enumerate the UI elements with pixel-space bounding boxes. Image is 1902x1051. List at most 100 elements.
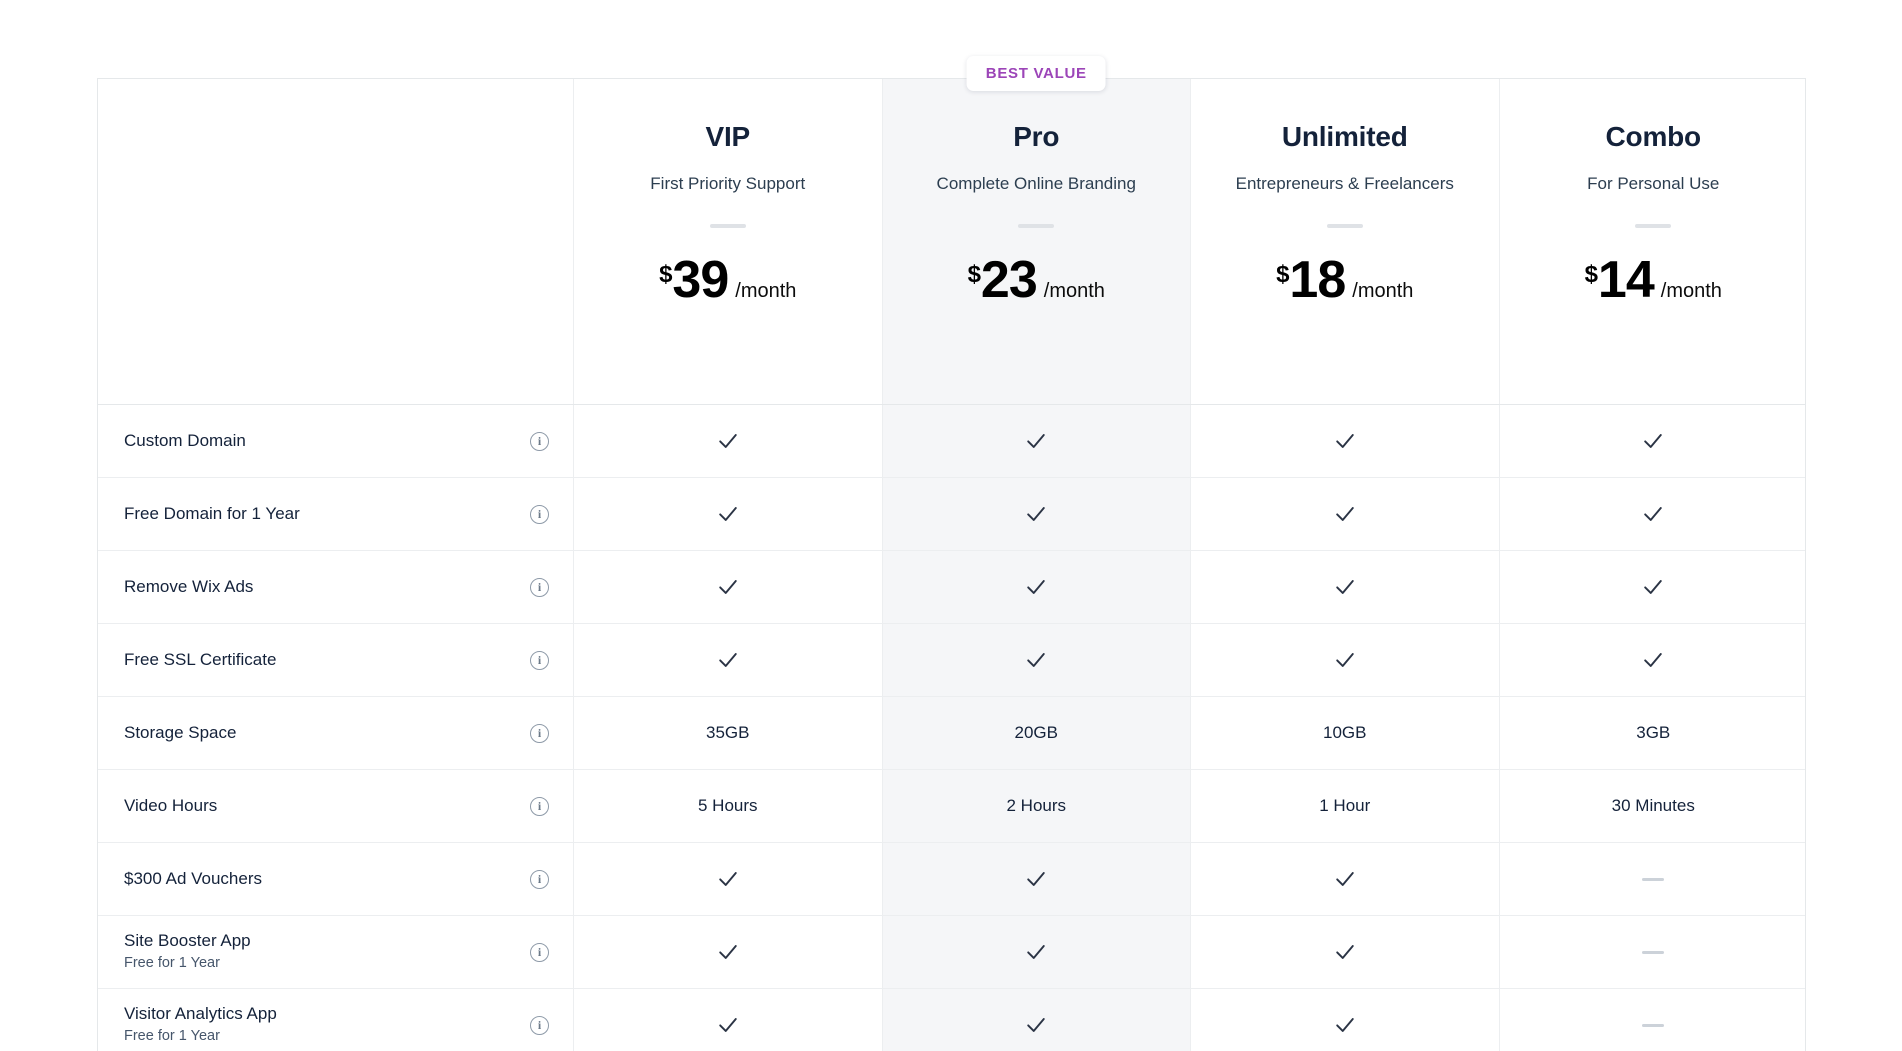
feature-value-text: 30 Minutes — [1611, 796, 1695, 815]
feature-value-cell — [1190, 478, 1499, 550]
feature-value-cell — [1190, 405, 1499, 477]
feature-name-cell: Video Hours i — [98, 770, 573, 842]
price-amount: 23 — [980, 250, 1038, 309]
feature-text-group: Storage Space — [124, 722, 530, 744]
plan-name: Pro — [1013, 121, 1060, 152]
feature-name-cell: $300 Ad Vouchers i — [98, 843, 573, 915]
header-feature-corner-cell — [98, 79, 573, 404]
table-row: Visitor Analytics App Free for 1 Year i — [98, 989, 1805, 1051]
plan-price: $18/month — [1276, 254, 1413, 306]
info-icon[interactable]: i — [530, 577, 549, 597]
plan-tagline: Entrepreneurs & Freelancers — [1235, 174, 1454, 194]
price-amount: 14 — [1597, 250, 1655, 309]
check-icon — [1644, 653, 1663, 667]
plan-header-pro[interactable]: BEST VALUE Pro Complete Online Branding $23… — [881, 56, 1190, 404]
info-icon[interactable]: i — [530, 942, 549, 962]
feature-value-cell — [881, 551, 1190, 623]
check-icon — [1335, 434, 1354, 448]
feature-value-cell — [1190, 624, 1499, 696]
feature-value-cell — [1190, 989, 1499, 1051]
feature-label: Free SSL Certificate — [124, 649, 277, 669]
check-icon — [1644, 507, 1663, 521]
feature-value-cell: 3GB — [1498, 697, 1808, 769]
feature-value-text: 1 Hour — [1319, 796, 1371, 815]
info-icon[interactable]: i — [530, 796, 549, 816]
plan-divider — [1635, 223, 1672, 228]
dash-icon — [1642, 877, 1665, 881]
check-icon — [1027, 434, 1046, 448]
feature-name-cell: Storage Space i — [98, 697, 573, 769]
check-icon — [718, 434, 737, 448]
table-row: Custom Domain i — [98, 405, 1805, 478]
feature-name-cell: Remove Wix Ads i — [98, 551, 573, 623]
plan-name: VIP — [705, 121, 751, 152]
table-row: $300 Ad Vouchers i — [98, 843, 1805, 916]
plan-name: Unlimited — [1281, 121, 1408, 152]
check-icon — [1644, 434, 1663, 448]
check-icon — [1335, 507, 1354, 521]
table-row: Free Domain for 1 Year i — [98, 478, 1805, 551]
feature-text-group: Visitor Analytics App Free for 1 Year — [124, 1003, 530, 1047]
check-icon — [718, 945, 737, 959]
feature-value-cell — [1498, 551, 1808, 623]
pricing-page: VIP First Priority Support $39/month BEST V… — [0, 0, 1902, 1051]
feature-name-cell: Custom Domain i — [98, 405, 573, 477]
plan-divider — [1018, 223, 1055, 228]
info-icon[interactable]: i — [530, 869, 549, 889]
feature-value-text: 2 Hours — [1006, 796, 1067, 815]
feature-value-cell — [573, 989, 882, 1051]
feature-value-cell — [1498, 916, 1808, 988]
feature-sublabel: Free for 1 Year — [124, 1028, 220, 1045]
feature-value-cell — [1190, 551, 1499, 623]
feature-value-cell: 20GB — [881, 697, 1190, 769]
plan-tagline: For Personal Use — [1587, 174, 1720, 194]
feature-label: Storage Space — [124, 722, 237, 742]
table-header-row: VIP First Priority Support $39/month BEST V… — [98, 56, 1808, 405]
feature-value-text: 20GB — [1014, 723, 1058, 742]
feature-value-cell — [881, 916, 1190, 988]
feature-value-text: 35GB — [706, 723, 750, 742]
table-row: Remove Wix Ads i — [98, 551, 1805, 624]
feature-label: Free Domain for 1 Year — [124, 503, 300, 523]
price-period: /month — [735, 279, 797, 302]
plan-tagline: Complete Online Branding — [936, 174, 1136, 194]
price-period: /month — [1660, 279, 1722, 302]
info-icon[interactable]: i — [530, 723, 549, 743]
price-currency-symbol: $ — [1584, 260, 1598, 288]
feature-value-cell — [881, 478, 1190, 550]
table-row: Video Hours i 5 Hours 2 Hours 1 Hour 30 Minut… — [98, 770, 1805, 843]
info-icon[interactable]: i — [530, 431, 549, 451]
feature-value-cell — [1498, 624, 1808, 696]
plan-header-vip[interactable]: VIP First Priority Support $39/month — [573, 79, 882, 404]
feature-value-cell — [1498, 843, 1808, 915]
feature-name-cell: Site Booster App Free for 1 Year i — [98, 916, 573, 988]
plan-price: $39/month — [659, 254, 796, 306]
info-icon[interactable]: i — [530, 1015, 549, 1035]
feature-value-cell: 30 Minutes — [1498, 770, 1808, 842]
feature-text-group: Free SSL Certificate — [124, 649, 530, 671]
feature-text-group: Custom Domain — [124, 430, 530, 452]
feature-value-cell: 10GB — [1190, 697, 1499, 769]
check-icon — [1027, 580, 1046, 594]
check-icon — [1335, 580, 1354, 594]
table-row: Storage Space i 35GB 20GB 10GB 3GB — [98, 697, 1805, 770]
feature-value-cell — [1498, 989, 1808, 1051]
plan-price: $14/month — [1585, 254, 1722, 306]
info-icon[interactable]: i — [530, 504, 549, 524]
plan-header-unlimited[interactable]: Unlimited Entrepreneurs & Freelancers $18/… — [1190, 79, 1499, 404]
check-icon — [1335, 1018, 1354, 1032]
pricing-comparison-table: VIP First Priority Support $39/month BEST V… — [97, 56, 1808, 1051]
feature-value-cell — [573, 478, 882, 550]
plan-divider — [709, 223, 746, 228]
price-amount: 18 — [1289, 250, 1346, 309]
plan-price: $23/month — [968, 254, 1105, 306]
feature-value-cell — [573, 843, 882, 915]
plan-header-combo[interactable]: Combo For Personal Use $14/month — [1498, 79, 1808, 404]
feature-value-cell: 5 Hours — [573, 770, 882, 842]
feature-text-group: Site Booster App Free for 1 Year — [124, 930, 530, 974]
check-icon — [1027, 653, 1046, 667]
price-currency-symbol: $ — [967, 260, 981, 288]
info-icon[interactable]: i — [530, 650, 549, 670]
feature-text-group: Free Domain for 1 Year — [124, 503, 530, 525]
feature-name-cell: Free SSL Certificate i — [98, 624, 573, 696]
